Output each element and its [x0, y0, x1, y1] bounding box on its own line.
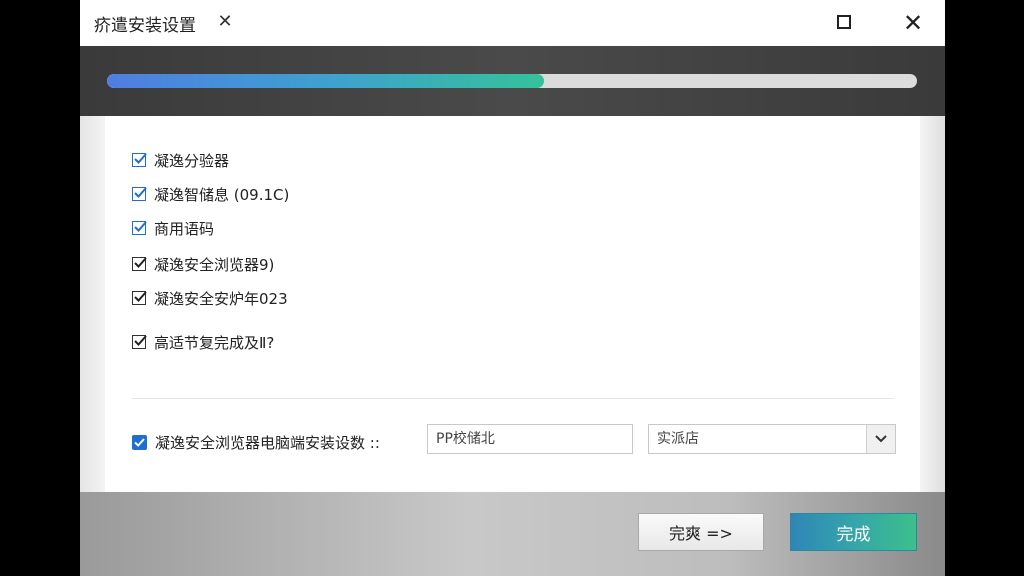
- options-panel: 凝逸分验器 凝逸智储息 (09.1C) 商用语码 凝逸安全浏览器9) 凝逸安全安: [105, 116, 920, 492]
- option-6[interactable]: 高适节复完成及Ⅱ?: [132, 330, 274, 354]
- option-2[interactable]: 凝逸智储息 (09.1C): [132, 182, 289, 206]
- option-4[interactable]: 凝逸安全浏览器9): [132, 252, 274, 276]
- option-label: 凝逸分验器: [154, 151, 230, 170]
- progress-fill: [107, 74, 545, 88]
- left-shade: [80, 116, 105, 492]
- option-label: 凝逸安全浏览器9): [154, 255, 275, 274]
- divider: [132, 398, 894, 399]
- checkbox-checked-icon[interactable]: [132, 291, 147, 305]
- option-label: 凝逸安全安炉年023: [154, 289, 288, 308]
- checkbox-checked-icon[interactable]: [132, 221, 147, 235]
- option-1[interactable]: 凝逸分验器: [132, 148, 229, 172]
- checkbox-checked-icon[interactable]: [132, 257, 147, 271]
- option-label: 凝逸智储息 (09.1C): [154, 185, 290, 204]
- tab-close-icon[interactable]: ✕: [214, 10, 236, 34]
- right-shade: [920, 116, 945, 492]
- next-button[interactable]: 完爽 =>: [638, 513, 764, 551]
- window-title: 疥遣安装设置: [94, 16, 196, 36]
- chevron-down-icon[interactable]: [866, 425, 895, 453]
- select-value: 实派店: [657, 431, 699, 447]
- finish-button[interactable]: 完成: [790, 513, 917, 551]
- option-5[interactable]: 凝逸安全安炉年023: [132, 286, 288, 310]
- checkbox-checked-icon[interactable]: [132, 153, 147, 167]
- option-label: 高适节复完成及Ⅱ?: [154, 333, 275, 352]
- option-3[interactable]: 商用语码: [132, 216, 214, 240]
- checkbox-checked-icon[interactable]: [132, 434, 147, 450]
- progress-bar: [107, 74, 917, 88]
- maximize-icon[interactable]: [830, 8, 860, 38]
- progress-band: [80, 46, 945, 116]
- option-label: 商用语码: [154, 219, 215, 238]
- install-path-input[interactable]: PP校储北: [427, 424, 633, 454]
- title-bar: 疥遣安装设置 ✕ ✕: [80, 0, 945, 46]
- checkbox-checked-icon[interactable]: [132, 335, 147, 349]
- install-setting-label: 凝逸安全浏览器电脑端安装设数 ::: [155, 433, 380, 452]
- installer-window: 疥遣安装设置 ✕ ✕ 凝逸分验器 凝逸智储息 (09.1C) 商用语码 凝逸安全…: [80, 0, 945, 576]
- install-setting-row: 凝逸安全浏览器电脑端安装设数 ::: [132, 426, 380, 458]
- close-icon[interactable]: ✕: [898, 8, 928, 38]
- footer-bar: 完爽 => 完成: [80, 492, 945, 576]
- install-mode-select[interactable]: 实派店: [648, 424, 896, 454]
- checkbox-checked-icon[interactable]: [132, 187, 147, 201]
